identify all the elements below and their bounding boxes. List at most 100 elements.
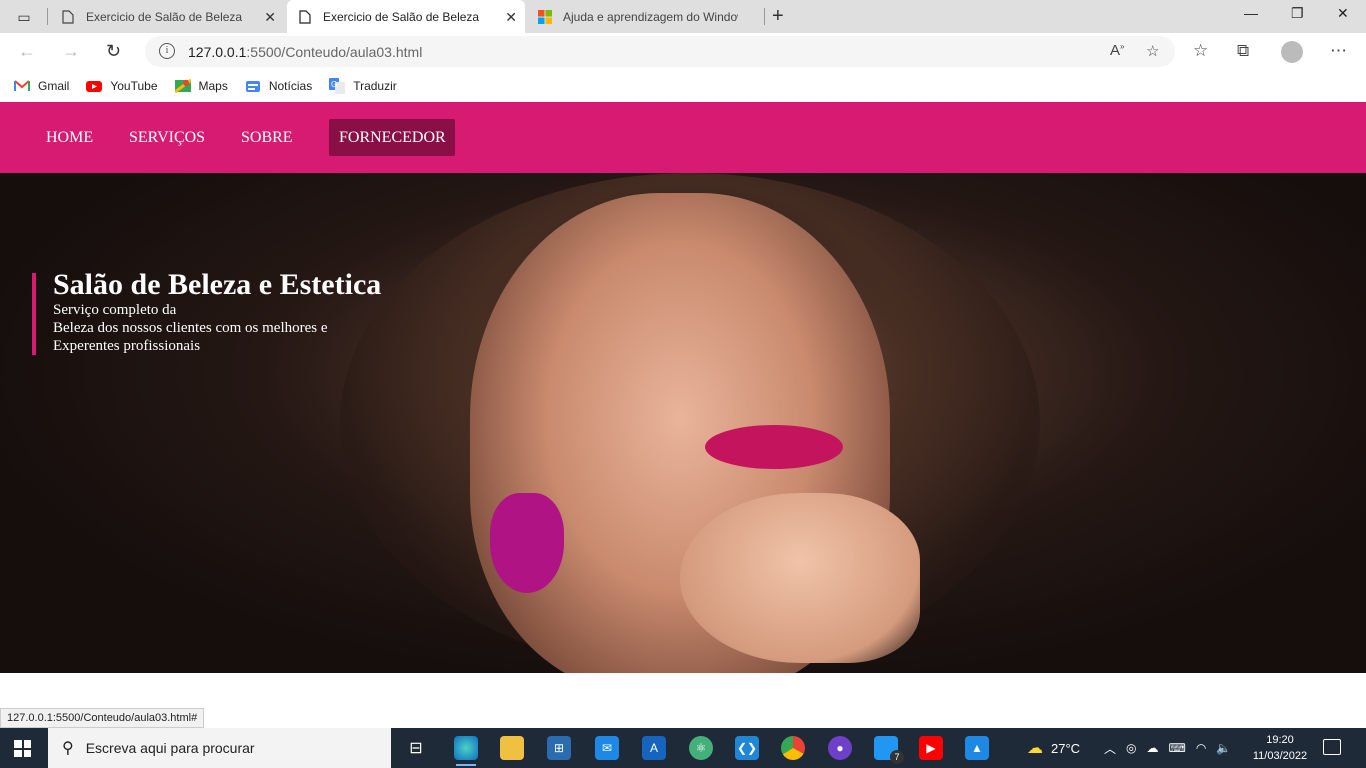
- hero-line-1: Serviço completo da: [53, 302, 177, 318]
- browser-tab-strip: ▭ Exercicio de Salão de Beleza ✕ Exercic…: [0, 0, 1366, 33]
- tab-1[interactable]: Exercicio de Salão de Beleza ✕: [50, 0, 284, 33]
- taskbar-clock[interactable]: 19:20 11/03/2022: [1252, 732, 1308, 764]
- photos-icon[interactable]: ▲: [965, 736, 989, 760]
- page-icon: [297, 9, 313, 25]
- back-icon[interactable]: ←: [18, 41, 36, 62]
- keyboard-icon[interactable]: ⌨: [1169, 741, 1186, 755]
- restore-icon[interactable]: ❐: [1291, 5, 1304, 22]
- hero-text-block: Salão de Beleza e Estetica Serviço compl…: [32, 269, 381, 355]
- tab-label: Ajuda e aprendizagem do Windows: [563, 9, 738, 24]
- news-icon: [245, 81, 260, 92]
- close-icon[interactable]: ✕: [264, 9, 276, 26]
- system-tray: ︿ ◎ ☁ ⌨ ◠ 🔈: [1104, 728, 1231, 768]
- youtube-app-icon[interactable]: ▶: [919, 736, 943, 760]
- vscode-icon[interactable]: ❮❯: [735, 736, 759, 760]
- weather-temp: 27°C: [1051, 740, 1081, 756]
- atom-icon[interactable]: ⚛: [689, 736, 713, 760]
- meet-icon[interactable]: ◎: [1126, 741, 1136, 755]
- weather-widget[interactable]: ☁ 27°C: [1027, 728, 1080, 768]
- bookmark-label: Notícias: [268, 79, 313, 93]
- hero-image-earring: [490, 493, 564, 593]
- url-host: 127.0.0.1: [188, 44, 247, 60]
- clock-time: 19:20: [1266, 734, 1294, 746]
- clock-date: 11/03/2022: [1252, 750, 1308, 762]
- reload-icon[interactable]: ↻: [106, 41, 121, 62]
- windows-logo-icon: [537, 9, 553, 25]
- bookmark-label: Gmail: [38, 79, 70, 93]
- bookmark-noticias[interactable]: Notícias: [245, 78, 312, 94]
- chrome-icon[interactable]: [781, 736, 805, 760]
- url-path: :5500/Conteudo/aula03.html: [246, 44, 423, 60]
- read-aloud-icon[interactable]: A»: [1110, 42, 1124, 59]
- onedrive-icon[interactable]: ☁: [1147, 741, 1159, 755]
- window-close-icon[interactable]: ✕: [1337, 5, 1349, 22]
- tab-actions-icon[interactable]: ▭: [10, 7, 38, 27]
- mail-icon[interactable]: ✉: [595, 736, 619, 760]
- bookmark-traduzir[interactable]: G Traduzir: [329, 78, 397, 94]
- translate-icon: G: [329, 78, 346, 94]
- hero-banner: Salão de Beleza e Estetica Serviço compl…: [0, 173, 1366, 673]
- youtube-icon: [86, 81, 103, 92]
- status-bar-url: 127.0.0.1:5500/Conteudo/aula03.html#: [0, 708, 205, 728]
- notification-center-icon[interactable]: [1323, 739, 1341, 755]
- collections-icon[interactable]: ⧉: [1237, 41, 1249, 61]
- tab-2[interactable]: Exercicio de Salão de Beleza ✕: [287, 0, 525, 33]
- github-icon[interactable]: ●: [828, 736, 852, 760]
- page-icon: [60, 9, 76, 25]
- tab-label: Exercicio de Salão de Beleza: [86, 9, 243, 24]
- nav-sobre[interactable]: SOBRE: [231, 119, 303, 156]
- task-view-icon[interactable]: ⊟: [404, 736, 428, 760]
- bookmark-label: Traduzir: [353, 79, 397, 93]
- gmail-icon: [14, 80, 30, 91]
- add-favorite-icon[interactable]: ☆: [1146, 42, 1159, 60]
- more-icon[interactable]: ⋯: [1330, 41, 1347, 61]
- taskbar-search[interactable]: ⚲ Escreva aqui para procurar: [48, 728, 391, 768]
- start-icon[interactable]: [14, 740, 31, 757]
- weather-icon: ☁: [1027, 740, 1043, 757]
- hero-image-hand: [680, 493, 920, 663]
- address-bar[interactable]: i 127.0.0.1:5500/Conteudo/aula03.html A»…: [145, 36, 1175, 67]
- svg-text:G: G: [331, 80, 337, 89]
- bookmark-label: Maps: [198, 79, 228, 93]
- windows-taskbar: ⚲ Escreva aqui para procurar ⊟ ⊞ ✉ A ⚛ ❮…: [0, 728, 1366, 768]
- web-page: HOME SERVIÇOS SOBRE FORNECEDOR Salão de …: [0, 102, 1366, 728]
- hero-line-3: Experentes profissionais: [53, 338, 201, 354]
- forward-icon[interactable]: →: [62, 41, 80, 62]
- edge-icon[interactable]: [454, 736, 478, 766]
- bookmarks-bar: Gmail YouTube Maps Notícias G Traduzir: [0, 70, 1366, 102]
- hero-line-2: Beleza dos nossos clientes com os melhor…: [53, 320, 328, 336]
- hero-image-lips: [705, 425, 843, 469]
- bookmark-gmail[interactable]: Gmail: [14, 78, 69, 94]
- nav-servicos[interactable]: SERVIÇOS: [119, 119, 215, 156]
- hero-title: Salão de Beleza e Estetica: [53, 268, 382, 301]
- site-info-icon[interactable]: i: [159, 43, 175, 59]
- url-text[interactable]: 127.0.0.1:5500/Conteudo/aula03.html: [188, 44, 422, 60]
- search-placeholder: Escreva aqui para procurar: [85, 740, 255, 756]
- notification-badge: 7: [890, 750, 904, 764]
- site-navbar: HOME SERVIÇOS SOBRE FORNECEDOR: [0, 102, 1366, 173]
- close-icon[interactable]: ✕: [505, 9, 517, 26]
- bookmark-youtube[interactable]: YouTube: [86, 78, 158, 94]
- bookmark-label: YouTube: [110, 79, 158, 93]
- nav-home[interactable]: HOME: [36, 119, 103, 156]
- azure-icon[interactable]: A: [642, 736, 666, 760]
- search-icon: ⚲: [62, 740, 74, 757]
- browser-toolbar: ← → ↻ i 127.0.0.1:5500/Conteudo/aula03.h…: [0, 33, 1366, 70]
- tab-separator: [47, 8, 48, 25]
- nav-fornecedor[interactable]: FORNECEDOR: [329, 119, 455, 156]
- new-tab-icon[interactable]: +: [772, 5, 784, 28]
- favorites-icon[interactable]: ☆: [1193, 41, 1208, 61]
- tab-label: Exercicio de Salão de Beleza: [323, 9, 480, 24]
- file-explorer-icon[interactable]: [500, 736, 524, 760]
- minimize-icon[interactable]: —: [1244, 5, 1258, 21]
- profile-avatar[interactable]: [1281, 41, 1303, 63]
- store-icon[interactable]: ⊞: [547, 736, 571, 760]
- volume-icon[interactable]: 🔈: [1216, 741, 1231, 755]
- chevron-up-icon[interactable]: ︿: [1104, 740, 1116, 757]
- tab-separator: [764, 8, 765, 25]
- maps-icon: [174, 78, 191, 94]
- phone-icon[interactable]: 7: [874, 736, 904, 764]
- bookmark-maps[interactable]: Maps: [174, 78, 228, 94]
- wifi-icon[interactable]: ◠: [1196, 741, 1206, 755]
- tab-3[interactable]: Ajuda e aprendizagem do Windows: [527, 0, 762, 33]
